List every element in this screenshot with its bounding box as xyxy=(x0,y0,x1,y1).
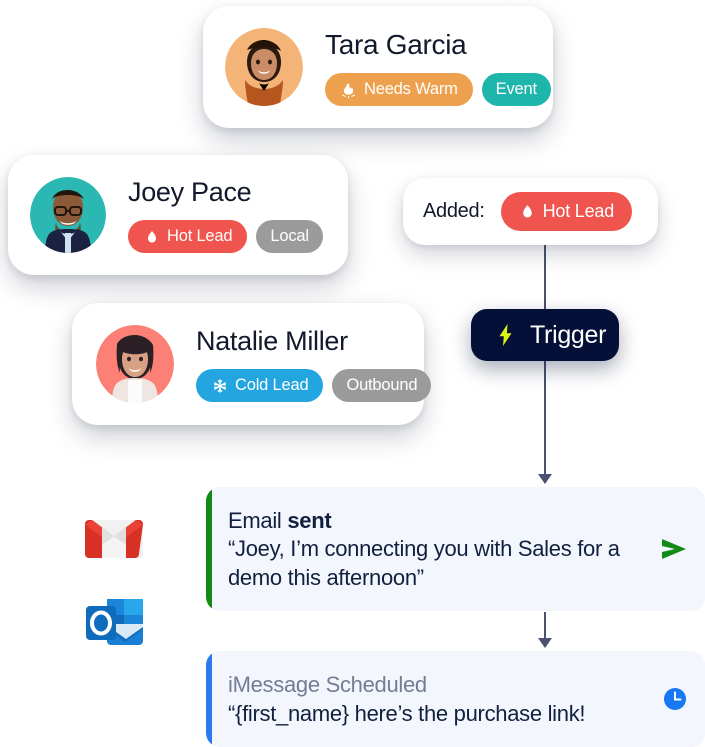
message-title: Email sent xyxy=(228,506,629,536)
connector-line-vertical-main xyxy=(544,245,546,483)
badge-local[interactable]: Local xyxy=(256,220,323,253)
person-name: Tara Garcia xyxy=(325,28,467,60)
message-content: iMessage Scheduled “{first_name} here’s … xyxy=(206,656,645,742)
connector-arrowhead-email xyxy=(538,474,552,484)
flame-icon xyxy=(143,228,160,245)
avatar xyxy=(96,325,174,403)
avatar xyxy=(225,28,303,106)
flame-icon xyxy=(519,203,536,220)
accent-bar xyxy=(206,487,212,611)
badge-hot-lead-added[interactable]: Hot Lead xyxy=(500,192,633,231)
trigger-button[interactable]: Trigger xyxy=(471,309,619,361)
message-title: iMessage Scheduled xyxy=(228,671,427,697)
badge-label: Cold Lead xyxy=(235,376,309,394)
person-card-natalie-miller[interactable]: Natalie Miller Cold Lead Outbound xyxy=(72,303,432,425)
badge-label: Hot Lead xyxy=(167,227,233,245)
avatar-photo-natalie xyxy=(96,325,174,403)
outlook-icon[interactable] xyxy=(85,597,145,649)
snowflake-icon xyxy=(211,377,228,394)
avatar xyxy=(30,177,106,253)
badge-label: Hot Lead xyxy=(542,201,615,221)
badge-label: Event xyxy=(495,79,537,98)
message-card-imessage[interactable]: iMessage Scheduled “{first_name} here’s … xyxy=(206,651,705,747)
lightning-bolt-icon xyxy=(495,323,517,347)
badge-event[interactable]: Event xyxy=(481,72,551,106)
connector-arrowhead-imessage xyxy=(538,638,552,648)
gmail-icon[interactable] xyxy=(85,515,143,559)
person-name: Natalie Miller xyxy=(196,326,348,356)
badge-row: Cold Lead Outbound xyxy=(196,369,432,402)
person-card-joey-pace[interactable]: Joey Pace Hot Lead Local xyxy=(8,155,348,275)
trigger-label: Trigger xyxy=(530,320,607,349)
badge-needs-warm[interactable]: Needs Warm xyxy=(325,72,473,106)
message-card-email[interactable]: Email sent “Joey, I’m connecting you wit… xyxy=(206,487,705,611)
message-body: “Joey, I’m connecting you with Sales for… xyxy=(228,536,620,590)
added-card[interactable]: Added: Hot Lead xyxy=(403,178,658,245)
workflow-canvas: Tara Garcia Needs Warm Event Joey Pace H… xyxy=(0,0,705,747)
accent-bar xyxy=(206,651,212,747)
badge-row: Hot Lead Local xyxy=(128,220,323,253)
badge-label: Needs Warm xyxy=(364,79,458,98)
message-title-strong: sent xyxy=(287,507,332,533)
avatar-photo-tara xyxy=(225,28,303,106)
added-label: Added: xyxy=(423,200,485,222)
badge-hot-lead[interactable]: Hot Lead xyxy=(128,220,248,253)
badge-outbound[interactable]: Outbound xyxy=(332,369,432,402)
avatar-photo-joey xyxy=(30,177,106,253)
message-body: “{first_name} here’s the purchase link! xyxy=(228,700,586,726)
clock-icon[interactable] xyxy=(645,686,705,712)
person-name: Joey Pace xyxy=(128,177,252,207)
badge-label: Outbound xyxy=(346,376,418,394)
campfire-icon xyxy=(340,81,357,98)
message-title-prefix: Email xyxy=(228,507,288,533)
badge-row: Needs Warm Event xyxy=(325,72,551,106)
send-arrow-icon[interactable] xyxy=(645,536,705,562)
badge-cold-lead[interactable]: Cold Lead xyxy=(196,369,324,402)
badge-label: Local xyxy=(270,227,309,245)
person-card-tara-garcia[interactable]: Tara Garcia Needs Warm Event xyxy=(203,6,553,128)
message-content: Email sent “Joey, I’m connecting you wit… xyxy=(206,492,645,607)
